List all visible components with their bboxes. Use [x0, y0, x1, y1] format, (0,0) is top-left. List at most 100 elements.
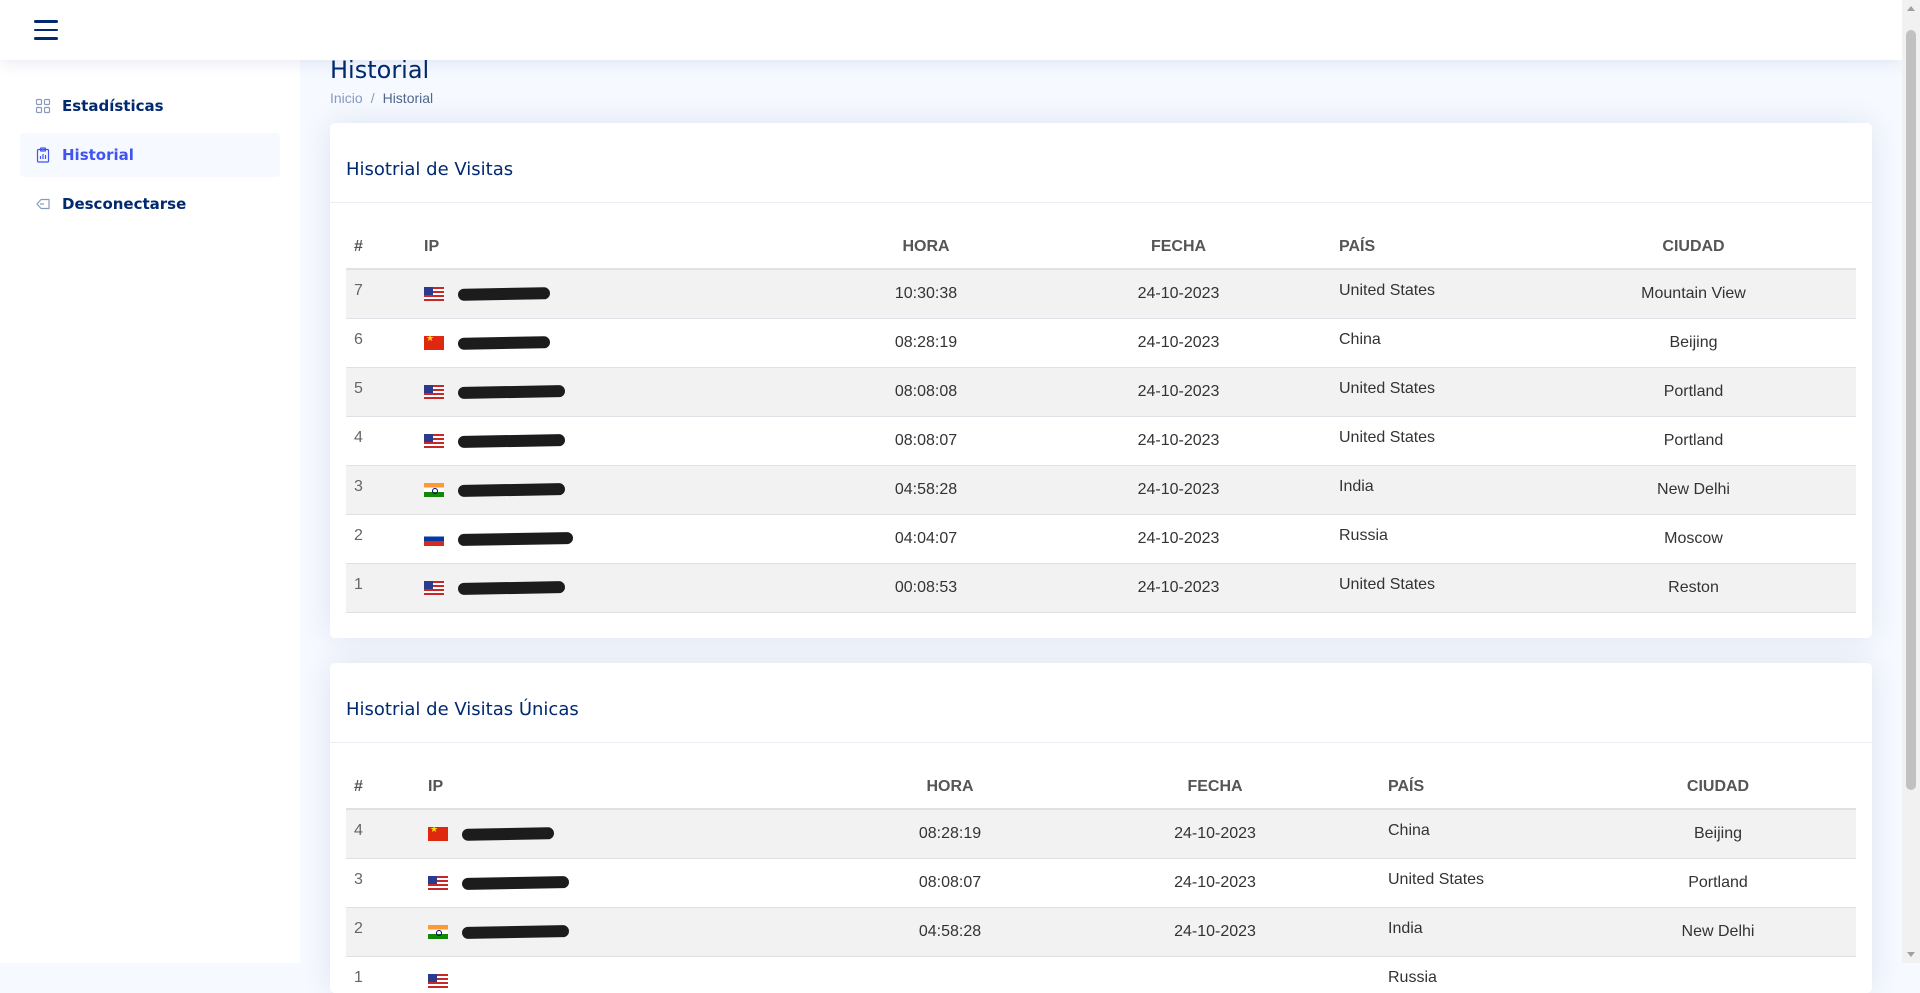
date-cell: 24-10-2023 [1026, 465, 1331, 515]
menu-toggle-icon[interactable] [34, 20, 58, 40]
sidebar-item-estadisticas[interactable]: Estadísticas [20, 84, 280, 128]
city-cell: Portland [1531, 367, 1856, 417]
time-cell [850, 956, 1050, 993]
ip-cell: 54.189.164.125 [416, 416, 826, 466]
scrollbar-thumb[interactable] [1906, 30, 1916, 790]
row-number: 6 [346, 318, 416, 368]
ip-cell: 54.189.164.125 [420, 858, 850, 908]
country-cell: Russia [1331, 514, 1531, 564]
row-number: 1 [346, 956, 420, 993]
country-cell: United States [1331, 563, 1531, 613]
flag-us-icon [428, 973, 448, 988]
city-cell: Portland [1580, 858, 1856, 908]
col-header-ip: IP [416, 225, 826, 270]
sidebar-item-label: Estadísticas [62, 97, 164, 115]
sidebar-item-historial[interactable]: Historial [20, 133, 280, 177]
country-cell: United States [1331, 367, 1531, 417]
table-row: 2 27.124.122.147 04:58:28 24-10-2023 India Ne… [346, 907, 1856, 957]
sidebar-item-desconectarse[interactable]: Desconectarse [20, 182, 280, 226]
sidebar-item-label: Historial [62, 146, 134, 164]
page-scrollbar[interactable] [1902, 0, 1920, 963]
flag-in-icon [428, 924, 448, 939]
ip-address-redacted: 35.160.264.125 [462, 383, 560, 400]
sidebar-item-label: Desconectarse [62, 195, 187, 213]
top-header [0, 0, 1902, 60]
ip-address-redacted: 213.180.203.183 [462, 530, 568, 547]
date-cell: 24-10-2023 [1026, 563, 1331, 613]
table-row: 1 185.143.193.15 00:08:53 24-10-2023 United … [346, 563, 1856, 613]
date-cell: 24-10-2023 [1050, 907, 1380, 957]
flag-cn-icon [424, 335, 444, 350]
ip-address-redacted: 42.83.147.34 [466, 825, 548, 842]
col-header-date: FECHA [1050, 765, 1380, 810]
date-cell [1050, 956, 1380, 993]
visits-card: Hisotrial de Visitas # IP HORA FECHA PAÍ… [330, 123, 1872, 638]
date-cell: 24-10-2023 [1026, 318, 1331, 368]
row-number: 3 [346, 858, 420, 908]
ip-cell: 35.160.264.125 [416, 367, 826, 417]
page-title: Historial [330, 56, 430, 84]
unique-visits-card-title: Hisotrial de Visitas Únicas [330, 663, 1872, 743]
time-cell: 08:28:19 [850, 809, 1050, 859]
date-cell: 24-10-2023 [1026, 514, 1331, 564]
ip-cell: 66.249.79.83 [416, 269, 826, 319]
col-header-country: PAÍS [1380, 765, 1580, 810]
col-header-country: PAÍS [1331, 225, 1531, 270]
scroll-down-arrow-icon[interactable] [1907, 952, 1915, 957]
unique-visits-table: # IP HORA FECHA PAÍS CIUDAD 4 42.83.147.3… [346, 765, 1856, 993]
unique-visits-card: Hisotrial de Visitas Únicas # IP HORA FE… [330, 663, 1872, 993]
visits-card-title: Hisotrial de Visitas [330, 123, 1872, 203]
breadcrumb-home-link[interactable]: Inicio [330, 90, 363, 106]
date-cell: 24-10-2023 [1050, 858, 1380, 908]
col-header-date: FECHA [1026, 225, 1331, 270]
flag-cn-icon [428, 826, 448, 841]
visits-table: # IP HORA FECHA PAÍS CIUDAD 7 66.249.79.8… [346, 225, 1856, 613]
ip-cell: 42.83.147.34 [416, 318, 826, 368]
clipboard-chart-icon [34, 146, 52, 164]
visits-table-body: 7 66.249.79.83 10:30:38 24-10-2023 United St… [346, 269, 1856, 613]
time-cell: 04:04:07 [826, 514, 1026, 564]
city-cell [1580, 956, 1856, 993]
table-row: 6 42.83.147.34 08:28:1924-10-2023ChinaBeij… [346, 318, 1856, 368]
ip-address-redacted: 66.249.79.83 [462, 285, 544, 302]
flag-us-icon [424, 580, 444, 595]
row-number: 7 [346, 269, 416, 319]
flag-us-icon [428, 875, 448, 890]
country-cell: China [1331, 318, 1531, 368]
col-header-time: HORA [850, 765, 1050, 810]
row-number: 3 [346, 465, 416, 515]
ip-address-redacted: 42.83.147.34 [462, 334, 544, 351]
time-cell: 04:58:28 [826, 465, 1026, 515]
col-header-num: # [346, 225, 416, 270]
row-number: 5 [346, 367, 416, 417]
table-header-row: # IP HORA FECHA PAÍS CIUDAD [346, 225, 1856, 270]
logout-icon [34, 195, 52, 213]
city-cell: New Delhi [1531, 465, 1856, 515]
date-cell: 24-10-2023 [1050, 809, 1380, 859]
country-cell: Russia [1380, 956, 1580, 993]
row-number: 2 [346, 907, 420, 957]
ip-address-redacted: 27.124.122.147 [462, 481, 560, 498]
table-row: 3 27.124.122.147 04:58:28 24-10-2023 India Ne… [346, 465, 1856, 515]
time-cell: 08:08:08 [826, 367, 1026, 417]
table-row: 3 54.189.164.125 08:08:07 24-10-2023 United … [346, 858, 1856, 908]
time-cell: 00:08:53 [826, 563, 1026, 613]
unique-visits-table-body: 4 42.83.147.34 08:28:1924-10-2023ChinaBeij… [346, 809, 1856, 993]
ip-address-redacted: 54.189.164.125 [462, 432, 560, 449]
date-cell: 24-10-2023 [1026, 269, 1331, 319]
city-cell: Mountain View [1531, 269, 1856, 319]
city-cell: New Delhi [1580, 907, 1856, 957]
row-number: 4 [346, 809, 420, 859]
col-header-city: CIUDAD [1580, 765, 1856, 810]
ip-address-redacted: 185.143.193.15 [462, 579, 560, 596]
scroll-up-arrow-icon[interactable] [1907, 6, 1915, 11]
row-number: 2 [346, 514, 416, 564]
country-cell: India [1331, 465, 1531, 515]
col-header-time: HORA [826, 225, 1026, 270]
table-row: 5 35.160.264.125 08:08:08 24-10-2023 United … [346, 367, 1856, 417]
breadcrumb-current: Historial [382, 90, 434, 106]
city-cell: Beijing [1580, 809, 1856, 859]
country-cell: United States [1331, 269, 1531, 319]
table-header-row: # IP HORA FECHA PAÍS CIUDAD [346, 765, 1856, 810]
table-row: 1 Russia [346, 956, 1856, 993]
